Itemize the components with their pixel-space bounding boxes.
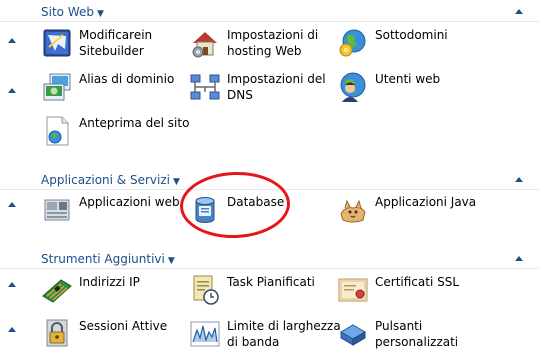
collapse-caret-icon[interactable] <box>8 38 16 43</box>
house-settings-icon <box>192 32 217 58</box>
collapse-caret-icon[interactable] <box>8 88 16 93</box>
collapse-caret-icon[interactable] <box>515 9 523 14</box>
globe-icon <box>339 29 366 57</box>
ssl-certificate-icon <box>338 278 368 302</box>
section-header-applicazioni-servizi: Applicazioni & Servizi ▼ <box>0 173 539 190</box>
section-divider <box>0 21 539 22</box>
item-label: personalizzati <box>375 335 459 349</box>
item-label: hosting Web <box>227 44 302 58</box>
ip-card-icon <box>42 279 72 303</box>
collapse-caret-icon[interactable] <box>8 202 16 207</box>
item-label: Anteprima del sito <box>79 116 190 130</box>
dns-network-icon <box>190 74 220 100</box>
section-divider <box>0 268 539 269</box>
active-sessions-icon <box>46 319 68 347</box>
item-label: Database <box>227 195 285 209</box>
item-label: Applicazioni Java <box>375 195 477 209</box>
java-tomcat-icon <box>340 199 366 223</box>
item-label: di banda <box>227 335 280 349</box>
item-label: Sitebuilder <box>79 44 144 58</box>
item-label: Applicazioni web <box>79 195 180 209</box>
domain-alias-icon <box>43 73 71 101</box>
item-label: Pulsanti <box>375 319 423 333</box>
collapse-caret-icon[interactable] <box>515 177 523 182</box>
item-label: Indirizzi IP <box>79 275 140 289</box>
section-title-sito-web[interactable]: Sito Web ▼ <box>41 5 104 21</box>
item-label: Impostazioni del <box>227 72 326 86</box>
item-label: Alias di dominio <box>79 72 175 86</box>
item-label: Certificati SSL <box>375 275 460 289</box>
item-label: Modificarein <box>79 28 153 42</box>
scheduled-tasks-icon <box>193 275 219 305</box>
web-applications-icon <box>44 199 70 221</box>
section-header-sito-web: Sito Web ▼ <box>0 5 539 22</box>
collapse-caret-icon[interactable] <box>515 256 523 261</box>
item-label: Impostazioni di <box>227 28 319 42</box>
section-title-applicazioni-servizi[interactable]: Applicazioni & Servizi ▼ <box>41 173 180 189</box>
item-label: Sottodomini <box>375 28 448 42</box>
custom-buttons-icon <box>340 324 366 346</box>
bandwidth-chart-icon <box>190 321 220 347</box>
section-header-strumenti-aggiuntivi: Strumenti Aggiuntivi ▼ <box>0 252 539 269</box>
item-label: DNS <box>227 88 253 102</box>
web-users-icon <box>340 72 366 102</box>
section-title-strumenti-aggiuntivi[interactable]: Strumenti Aggiuntivi ▼ <box>41 252 175 268</box>
item-label: Utenti web <box>375 72 441 86</box>
sitebuilder-icon <box>43 29 71 57</box>
database-icon <box>195 197 215 223</box>
collapse-caret-icon[interactable] <box>8 327 16 332</box>
item-label: Task Pianificati <box>227 275 315 289</box>
item-label: Sessioni Attive <box>79 319 168 333</box>
item-label: Limite di larghezza <box>227 319 341 333</box>
site-preview-icon <box>46 116 69 146</box>
collapse-caret-icon[interactable] <box>8 282 16 287</box>
section-divider <box>0 189 539 190</box>
